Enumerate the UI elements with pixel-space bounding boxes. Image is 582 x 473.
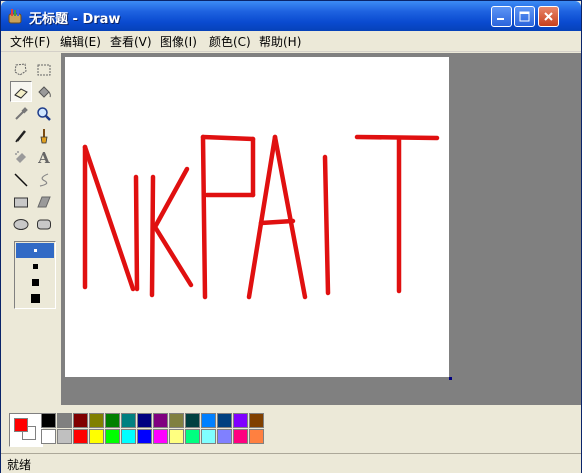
menu-help[interactable]: 帮助(H) bbox=[259, 33, 301, 50]
polygon-icon bbox=[37, 196, 51, 207]
rounded-rect-icon bbox=[37, 219, 51, 229]
color-swatch[interactable] bbox=[217, 429, 232, 444]
fill-icon bbox=[38, 85, 51, 98]
pencil-tool[interactable] bbox=[10, 125, 32, 146]
drawn-text-nkpait bbox=[82, 134, 440, 300]
color-swatch[interactable] bbox=[105, 413, 120, 428]
color-swatch[interactable] bbox=[153, 429, 168, 444]
status-bar: 就绪 bbox=[1, 453, 581, 473]
magnifier-tool[interactable] bbox=[33, 103, 55, 124]
eraser-size-4[interactable] bbox=[16, 291, 54, 306]
color-swatch[interactable] bbox=[57, 429, 72, 444]
resize-handle[interactable] bbox=[449, 377, 452, 380]
color-swatch[interactable] bbox=[249, 429, 264, 444]
eraser-size-options bbox=[14, 241, 56, 309]
brush-tool[interactable] bbox=[33, 125, 55, 146]
rect-select-icon bbox=[37, 64, 51, 75]
maximize-icon bbox=[519, 11, 530, 22]
toolbox: A bbox=[5, 55, 59, 403]
brush-icon bbox=[40, 128, 48, 143]
menu-edit[interactable]: 编辑(E) bbox=[60, 33, 101, 50]
eraser-tool[interactable] bbox=[10, 81, 32, 102]
polygon-tool[interactable] bbox=[33, 191, 55, 212]
color-swatch[interactable] bbox=[185, 413, 200, 428]
menu-colors[interactable]: 颜色(C) bbox=[209, 33, 251, 50]
pencil-icon bbox=[15, 129, 26, 142]
rectangle-icon bbox=[14, 197, 28, 207]
color-swatch[interactable] bbox=[57, 413, 72, 428]
color-swatch[interactable] bbox=[249, 413, 264, 428]
minimize-icon bbox=[497, 18, 504, 20]
color-swatch[interactable] bbox=[137, 429, 152, 444]
drawing-canvas[interactable] bbox=[65, 57, 449, 377]
window-title: 无标题 - Draw bbox=[29, 12, 121, 27]
line-icon bbox=[14, 172, 28, 187]
current-colors[interactable] bbox=[9, 413, 43, 447]
airbrush-tool[interactable] bbox=[10, 147, 32, 168]
menu-file[interactable]: 文件(F) bbox=[10, 33, 50, 50]
ellipse-tool[interactable] bbox=[10, 213, 32, 234]
app-icon bbox=[8, 9, 22, 24]
app-window: 无标题 - Draw 文件(F) 编辑(E) 查看(V) 图像(I) 颜色(C)… bbox=[0, 0, 582, 473]
menu-view[interactable]: 查看(V) bbox=[110, 33, 152, 50]
color-swatch[interactable] bbox=[217, 413, 232, 428]
color-swatch[interactable] bbox=[169, 413, 184, 428]
minimize-button[interactable] bbox=[491, 6, 512, 27]
color-palette bbox=[1, 405, 581, 453]
curve-tool[interactable] bbox=[33, 169, 55, 190]
curve-icon bbox=[39, 172, 49, 187]
color-swatch[interactable] bbox=[41, 429, 56, 444]
color-swatch[interactable] bbox=[185, 429, 200, 444]
rectangle-tool[interactable] bbox=[10, 191, 32, 212]
text-tool[interactable]: A bbox=[33, 147, 55, 168]
color-swatch[interactable] bbox=[41, 413, 56, 428]
color-swatch[interactable] bbox=[201, 413, 216, 428]
color-swatch[interactable] bbox=[233, 413, 248, 428]
color-swatch[interactable] bbox=[105, 429, 120, 444]
menu-bar: 文件(F) 编辑(E) 查看(V) 图像(I) 颜色(C) 帮助(H) bbox=[1, 31, 581, 52]
eraser-size-2[interactable] bbox=[16, 259, 54, 274]
color-swatch[interactable] bbox=[89, 413, 104, 428]
color-swatch[interactable] bbox=[137, 413, 152, 428]
color-swatch[interactable] bbox=[89, 429, 104, 444]
rect-select-tool[interactable] bbox=[33, 59, 55, 80]
fill-tool[interactable] bbox=[33, 81, 55, 102]
color-swatch[interactable] bbox=[169, 429, 184, 444]
color-swatch[interactable] bbox=[153, 413, 168, 428]
title-bar[interactable]: 无标题 - Draw bbox=[1, 1, 581, 31]
maximize-button[interactable] bbox=[514, 6, 535, 27]
close-icon bbox=[544, 12, 553, 21]
color-swatch[interactable] bbox=[73, 413, 88, 428]
menu-image[interactable]: 图像(I) bbox=[160, 33, 197, 50]
airbrush-icon bbox=[15, 150, 26, 163]
color-swatch[interactable] bbox=[233, 429, 248, 444]
magnifier-icon bbox=[37, 106, 51, 121]
rounded-rect-tool[interactable] bbox=[33, 213, 55, 234]
foreground-color-swatch[interactable] bbox=[14, 418, 28, 432]
color-swatch[interactable] bbox=[201, 429, 216, 444]
eraser-icon bbox=[14, 87, 28, 99]
free-form-select-icon bbox=[14, 62, 27, 76]
line-tool[interactable] bbox=[10, 169, 32, 190]
status-text: 就绪 bbox=[7, 458, 32, 472]
color-swatch[interactable] bbox=[121, 429, 136, 444]
eraser-size-3[interactable] bbox=[16, 275, 54, 290]
color-swatch[interactable] bbox=[73, 429, 88, 444]
pick-color-icon bbox=[15, 106, 28, 120]
eraser-size-1[interactable] bbox=[16, 243, 54, 258]
ellipse-icon bbox=[13, 218, 29, 230]
color-swatch[interactable] bbox=[121, 413, 136, 428]
text-icon: A bbox=[38, 148, 50, 167]
close-button[interactable] bbox=[538, 6, 559, 27]
canvas-workspace bbox=[61, 53, 581, 405]
pick-color-tool[interactable] bbox=[10, 103, 32, 124]
free-form-select-tool[interactable] bbox=[10, 59, 32, 80]
